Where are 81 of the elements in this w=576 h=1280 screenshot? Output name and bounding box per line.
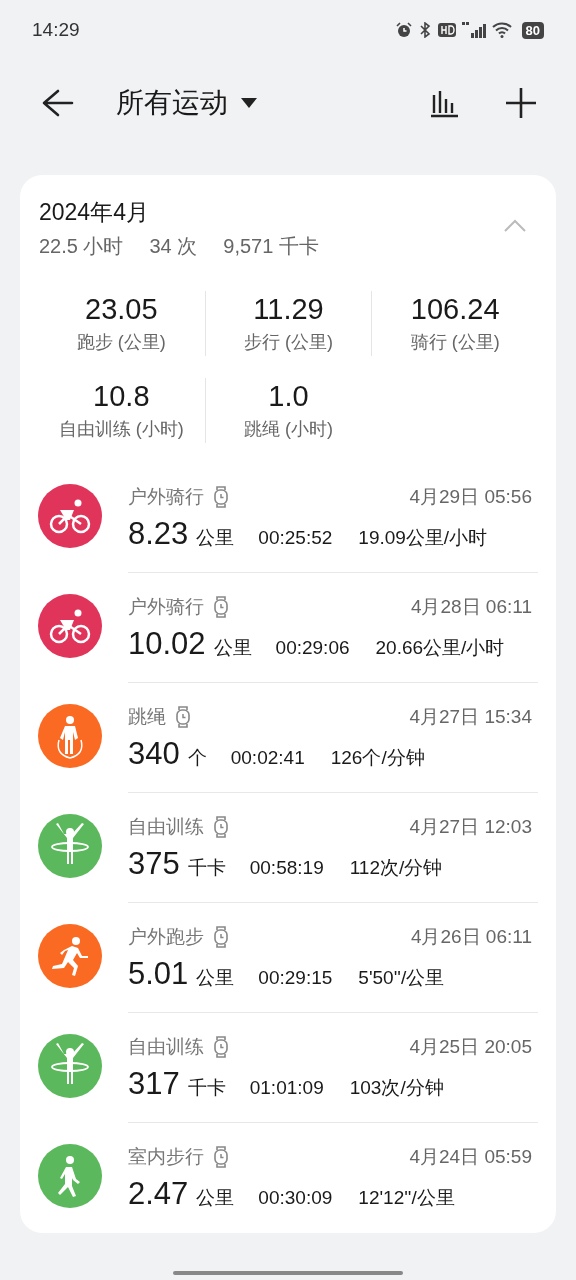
- watch-icon: [214, 486, 228, 509]
- status-time: 14:29: [32, 17, 80, 42]
- activity-record[interactable]: 户外骑行 4月28日 06:11 10.02 公里 00:29:06 20.66公里/小时: [38, 573, 538, 683]
- activity-duration: 00:30:09: [258, 1185, 333, 1210]
- activity-unit: 公里: [196, 965, 235, 990]
- activity-unit: 千卡: [187, 1075, 226, 1100]
- bluetooth-icon: [417, 22, 432, 38]
- activity-date: 4月25日 20:05: [409, 1035, 532, 1059]
- activity-name: 自由训练: [128, 1035, 204, 1059]
- activity-value: 10.02: [128, 624, 206, 663]
- activity-rate: 19.09公里/小时: [358, 525, 488, 550]
- watch-icon: [214, 1146, 228, 1169]
- activity-rate: 20.66公里/小时: [375, 635, 505, 660]
- activity-record[interactable]: 户外骑行 4月29日 05:56 8.23 公里 00:25:52 19.09公里/小时: [38, 463, 538, 573]
- stat-value: 1.0: [268, 379, 309, 414]
- activity-duration: 00:02:41: [230, 745, 305, 770]
- activity-date: 4月29日 05:56: [409, 485, 532, 509]
- wifi-icon: [491, 22, 512, 38]
- watch-icon: [214, 1036, 228, 1059]
- hd-icon: [437, 22, 456, 38]
- activity-value: 317: [128, 1064, 180, 1103]
- summary-value: 9,571 千卡: [223, 234, 319, 259]
- activity-record[interactable]: 室内步行 4月24日 05:59 2.47 公里 00:30:09 12'12''/公里: [38, 1123, 538, 1233]
- watch-icon: [214, 816, 228, 839]
- activity-record[interactable]: 自由训练 4月27日 12:03 375 千卡 00:58:19 112次/分钟: [38, 793, 538, 903]
- activity-name: 室内步行: [128, 1145, 204, 1169]
- activity-name: 户外骑行: [128, 485, 204, 509]
- activity-record[interactable]: 户外跑步 4月26日 06:11 5.01 公里 00:29:15 5'50''/公里: [38, 903, 538, 1013]
- watch-icon: [214, 926, 228, 949]
- stat-label: 跳绳 (小时): [244, 418, 333, 441]
- activity-duration: 00:29:15: [258, 965, 333, 990]
- caret-icon: [240, 97, 258, 109]
- signal-icon: [461, 22, 486, 38]
- home-indicator[interactable]: [173, 1271, 403, 1275]
- activity-rate: 5'50''/公里: [358, 965, 445, 990]
- activity-duration: 01:01:09: [249, 1075, 324, 1100]
- alarm-icon: [395, 22, 412, 38]
- activity-value: 5.01: [128, 954, 189, 993]
- battery-level: 80: [521, 21, 544, 39]
- summary-value: 34 次: [149, 234, 198, 259]
- activity-rate: 126个/分钟: [330, 745, 425, 770]
- activity-value: 375: [128, 844, 180, 883]
- activity-name: 跳绳: [128, 705, 166, 729]
- activity-record[interactable]: 自由训练 4月25日 20:05 317 千卡 01:01:09 103次/分钟: [38, 1013, 538, 1123]
- activity-duration: 00:29:06: [275, 635, 350, 660]
- watch-icon: [176, 706, 190, 729]
- summary-value: 22.5 小时: [39, 234, 124, 259]
- activity-duration: 00:25:52: [258, 525, 333, 550]
- month-title: 2024年4月: [39, 198, 150, 227]
- activity-record[interactable]: 跳绳 4月27日 15:34 340 个 00:02:41 126个/分钟: [38, 683, 538, 793]
- activity-name: 户外跑步: [128, 925, 204, 949]
- activity-rate: 112次/分钟: [349, 855, 443, 880]
- activity-unit: 公里: [213, 635, 252, 660]
- activity-name: 户外骑行: [128, 595, 204, 619]
- stat-label: 跑步 (公里): [76, 331, 166, 354]
- activity-name: 自由训练: [128, 815, 204, 839]
- stat-value: 106.24: [410, 292, 500, 327]
- activity-duration: 00:58:19: [249, 855, 324, 880]
- activity-date: 4月27日 12:03: [409, 815, 532, 839]
- stat-value: 10.8: [93, 379, 150, 414]
- stat-label: 自由训练 (小时): [58, 418, 184, 441]
- activity-unit: 公里: [196, 525, 235, 550]
- activity-rate: 103次/分钟: [349, 1075, 444, 1100]
- stat-value: 11.29: [253, 292, 324, 327]
- activity-date: 4月27日 15:34: [409, 705, 532, 729]
- add-icon: [504, 86, 538, 120]
- activity-unit: 千卡: [187, 855, 226, 880]
- activity-rate: 12'12''/公里: [358, 1185, 455, 1210]
- stat-label: 步行 (公里): [244, 331, 333, 354]
- activity-value: 340: [128, 734, 180, 773]
- sport-filter-dropdown[interactable]: 所有运动: [116, 82, 258, 124]
- activity-date: 4月26日 06:11: [410, 925, 532, 949]
- activity-date: 4月28日 06:11: [410, 595, 532, 619]
- activity-value: 8.23: [128, 514, 189, 553]
- activity-unit: 个: [187, 745, 207, 770]
- stat-label: 骑行 (公里): [410, 331, 500, 354]
- watch-icon: [214, 596, 228, 619]
- activity-value: 2.47: [128, 1174, 189, 1213]
- stat-value: 23.05: [85, 292, 158, 327]
- activity-date: 4月24日 05:59: [409, 1145, 532, 1169]
- activity-unit: 公里: [196, 1185, 235, 1210]
